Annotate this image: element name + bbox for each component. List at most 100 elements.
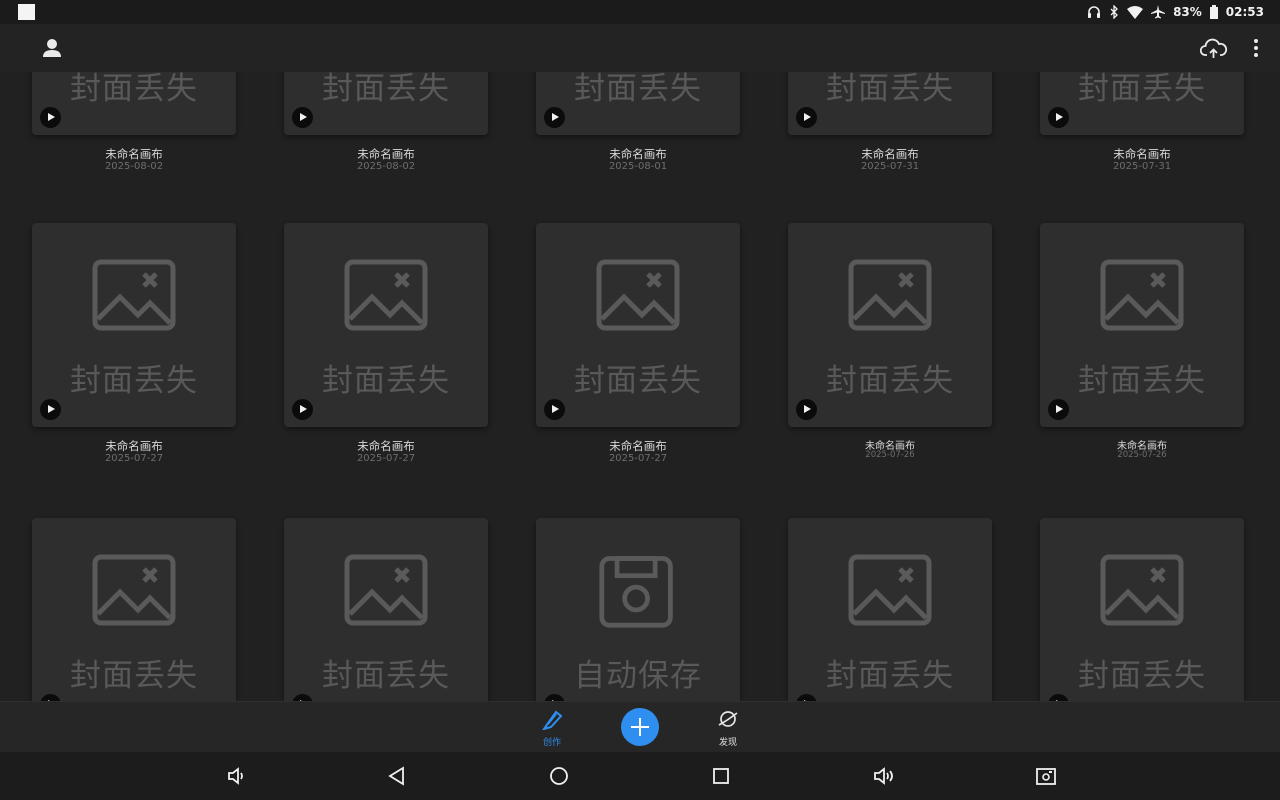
broken-image-icon bbox=[344, 259, 428, 331]
thumbnail-placeholder-text: 封面丢失 bbox=[1078, 658, 1206, 694]
canvas-date: 2025-08-02 bbox=[104, 161, 164, 172]
recents-button[interactable] bbox=[709, 764, 733, 788]
recents-square-icon bbox=[713, 768, 729, 784]
broken-image-icon bbox=[848, 554, 932, 626]
canvas-thumbnail[interactable]: 封面丢失 bbox=[32, 518, 236, 701]
thumbnail-placeholder-text: 自动保存 bbox=[574, 658, 702, 694]
canvas-thumbnail[interactable]: 封面丢失 bbox=[32, 223, 236, 427]
more-vertical-icon bbox=[1254, 39, 1258, 57]
canvas-card[interactable]: 封面丢失 未命名画布 2025-08-02 bbox=[284, 72, 488, 181]
play-icon[interactable] bbox=[796, 399, 817, 420]
canvas-card[interactable]: 封面丢失 未命名画布 2025-07-26 bbox=[788, 223, 992, 473]
canvas-thumbnail[interactable]: 封面丢失 bbox=[788, 72, 992, 135]
play-icon[interactable] bbox=[40, 399, 61, 420]
canvas-date: 2025-07-27 bbox=[608, 453, 668, 464]
canvas-thumbnail[interactable]: 封面丢失 bbox=[284, 72, 488, 135]
app-bar bbox=[0, 24, 1280, 72]
user-button[interactable] bbox=[40, 36, 64, 60]
play-icon[interactable] bbox=[292, 694, 313, 701]
canvas-card[interactable]: 封面丢失未命名画布 2025-07-27 bbox=[284, 223, 488, 473]
volume-up-icon bbox=[874, 767, 893, 785]
canvas-card[interactable]: 封面丢失 未命名画布 2025-07-26 bbox=[1040, 223, 1244, 473]
volume-up-button[interactable] bbox=[872, 764, 896, 788]
canvas-thumbnail[interactable]: 封面丢失 bbox=[788, 223, 992, 427]
broken-image-icon bbox=[848, 259, 932, 331]
canvas-thumbnail[interactable]: 封面丢失 bbox=[32, 72, 236, 135]
canvas-date: 2025-07-27 bbox=[356, 453, 416, 464]
notification-square-icon bbox=[18, 4, 35, 20]
canvas-card[interactable]: 自动保存 bbox=[536, 518, 740, 701]
thumbnail-placeholder-text: 封面丢失 bbox=[1078, 72, 1206, 107]
canvas-date: 2025-07-27 bbox=[104, 453, 164, 464]
play-icon[interactable] bbox=[1048, 399, 1069, 420]
canvas-card[interactable]: 封面丢失 bbox=[32, 518, 236, 701]
thumbnail-placeholder-text: 封面丢失 bbox=[70, 658, 198, 694]
volume-down-button[interactable] bbox=[224, 764, 248, 788]
canvas-thumbnail[interactable]: 封面丢失 bbox=[284, 518, 488, 701]
wifi-icon bbox=[1127, 5, 1144, 19]
canvas-card[interactable]: 封面丢失 未命名画布 2025-07-31 bbox=[788, 72, 992, 181]
broken-image-icon bbox=[1100, 259, 1184, 331]
back-button[interactable] bbox=[385, 764, 409, 788]
canvas-card[interactable]: 封面丢失未命名画布 2025-07-27 bbox=[32, 223, 236, 473]
play-icon[interactable] bbox=[796, 107, 817, 128]
home-button[interactable] bbox=[547, 764, 571, 788]
nav-discover[interactable]: 发现 bbox=[708, 708, 748, 750]
play-icon[interactable] bbox=[544, 399, 565, 420]
cloud-sync-button[interactable] bbox=[1199, 36, 1228, 60]
broken-image-icon bbox=[344, 554, 428, 626]
pen-icon bbox=[541, 710, 563, 731]
nav-create-label: 创作 bbox=[542, 738, 561, 748]
thumbnail-placeholder-text: 封面丢失 bbox=[574, 72, 702, 107]
play-icon[interactable] bbox=[292, 107, 313, 128]
play-icon[interactable] bbox=[544, 107, 565, 128]
canvas-card[interactable]: 封面丢失 未命名画布 2025-08-02 bbox=[32, 72, 236, 181]
clock: 02:53 bbox=[1225, 5, 1264, 19]
canvas-card[interactable]: 封面丢失 bbox=[788, 518, 992, 701]
bottom-navigation: 创作 发现 bbox=[0, 701, 1280, 753]
cloud-sync-icon bbox=[1199, 38, 1228, 58]
screenshot-button[interactable] bbox=[1034, 764, 1058, 788]
bluetooth-icon bbox=[1110, 5, 1118, 19]
play-icon[interactable] bbox=[1048, 694, 1069, 701]
play-icon[interactable] bbox=[40, 107, 61, 128]
more-options-button[interactable] bbox=[1246, 36, 1266, 60]
canvas-thumbnail[interactable]: 自动保存 bbox=[536, 518, 740, 701]
thumbnail-placeholder-text: 封面丢失 bbox=[826, 363, 954, 399]
save-disk-icon bbox=[599, 556, 673, 628]
canvas-title: 未命名画布 bbox=[105, 439, 163, 453]
home-circle-icon bbox=[550, 767, 568, 785]
canvas-card[interactable]: 封面丢失 bbox=[284, 518, 488, 701]
play-icon[interactable] bbox=[1048, 107, 1069, 128]
canvas-date: 2025-07-26 bbox=[1117, 450, 1167, 460]
canvas-thumbnail[interactable]: 封面丢失 bbox=[536, 72, 740, 135]
canvas-title: 未命名画布 bbox=[357, 439, 415, 453]
canvas-thumbnail[interactable]: 封面丢失 bbox=[1040, 223, 1244, 427]
canvas-thumbnail[interactable]: 封面丢失 bbox=[284, 223, 488, 427]
canvas-thumbnail[interactable]: 封面丢失 bbox=[788, 518, 992, 701]
play-icon[interactable] bbox=[292, 399, 313, 420]
canvas-card[interactable]: 封面丢失 bbox=[1040, 518, 1244, 701]
canvas-card[interactable]: 封面丢失 未命名画布 2025-07-27 bbox=[536, 223, 740, 473]
broken-image-icon bbox=[1100, 554, 1184, 626]
canvas-card[interactable]: 封面丢失未命名画布 2025-07-31 bbox=[1040, 72, 1244, 181]
canvas-title: 未命名画布 bbox=[1113, 147, 1171, 161]
thumbnail-placeholder-text: 封面丢失 bbox=[826, 72, 954, 107]
battery-percent: 83% bbox=[1173, 5, 1202, 19]
planet-icon bbox=[718, 711, 738, 727]
play-icon[interactable] bbox=[796, 694, 817, 701]
add-canvas-button[interactable] bbox=[621, 708, 659, 746]
thumbnail-placeholder-text: 封面丢失 bbox=[70, 363, 198, 399]
airplane-mode-icon bbox=[1151, 5, 1166, 19]
canvas-date: 2025-07-26 bbox=[865, 450, 915, 460]
canvas-thumbnail[interactable]: 封面丢失 bbox=[1040, 72, 1244, 135]
canvas-thumbnail[interactable]: 封面丢失 bbox=[1040, 518, 1244, 701]
canvas-date: 2025-07-31 bbox=[1112, 161, 1172, 172]
canvas-card[interactable]: 封面丢失 未命名画布 2025-08-01 bbox=[536, 72, 740, 181]
canvas-thumbnail[interactable]: 封面丢失 bbox=[536, 223, 740, 427]
nav-create[interactable]: 创作 bbox=[532, 708, 572, 750]
broken-image-icon bbox=[596, 259, 680, 331]
play-icon[interactable] bbox=[40, 694, 61, 701]
back-triangle-icon bbox=[388, 766, 404, 786]
play-icon[interactable] bbox=[544, 694, 565, 701]
